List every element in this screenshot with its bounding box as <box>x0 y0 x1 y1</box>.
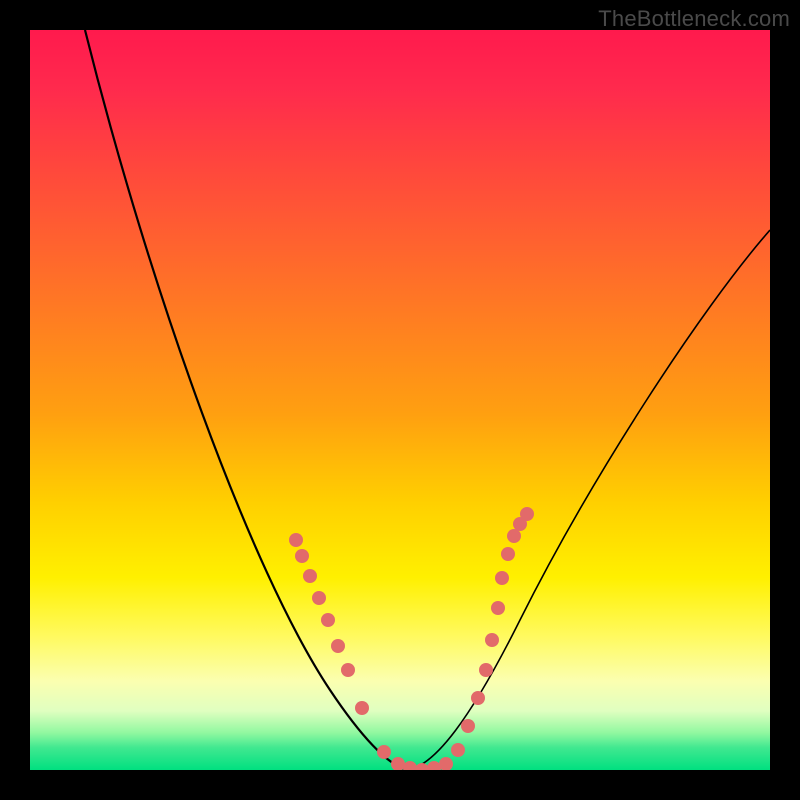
plot-area <box>30 30 770 770</box>
right-marker-group <box>427 507 534 770</box>
right-curve-path <box>408 230 770 770</box>
watermark-text: TheBottleneck.com <box>598 6 790 32</box>
curve-svg <box>30 30 770 770</box>
chart-frame: TheBottleneck.com <box>0 0 800 800</box>
left-marker-group <box>289 533 429 770</box>
left-curve-path <box>85 30 408 770</box>
